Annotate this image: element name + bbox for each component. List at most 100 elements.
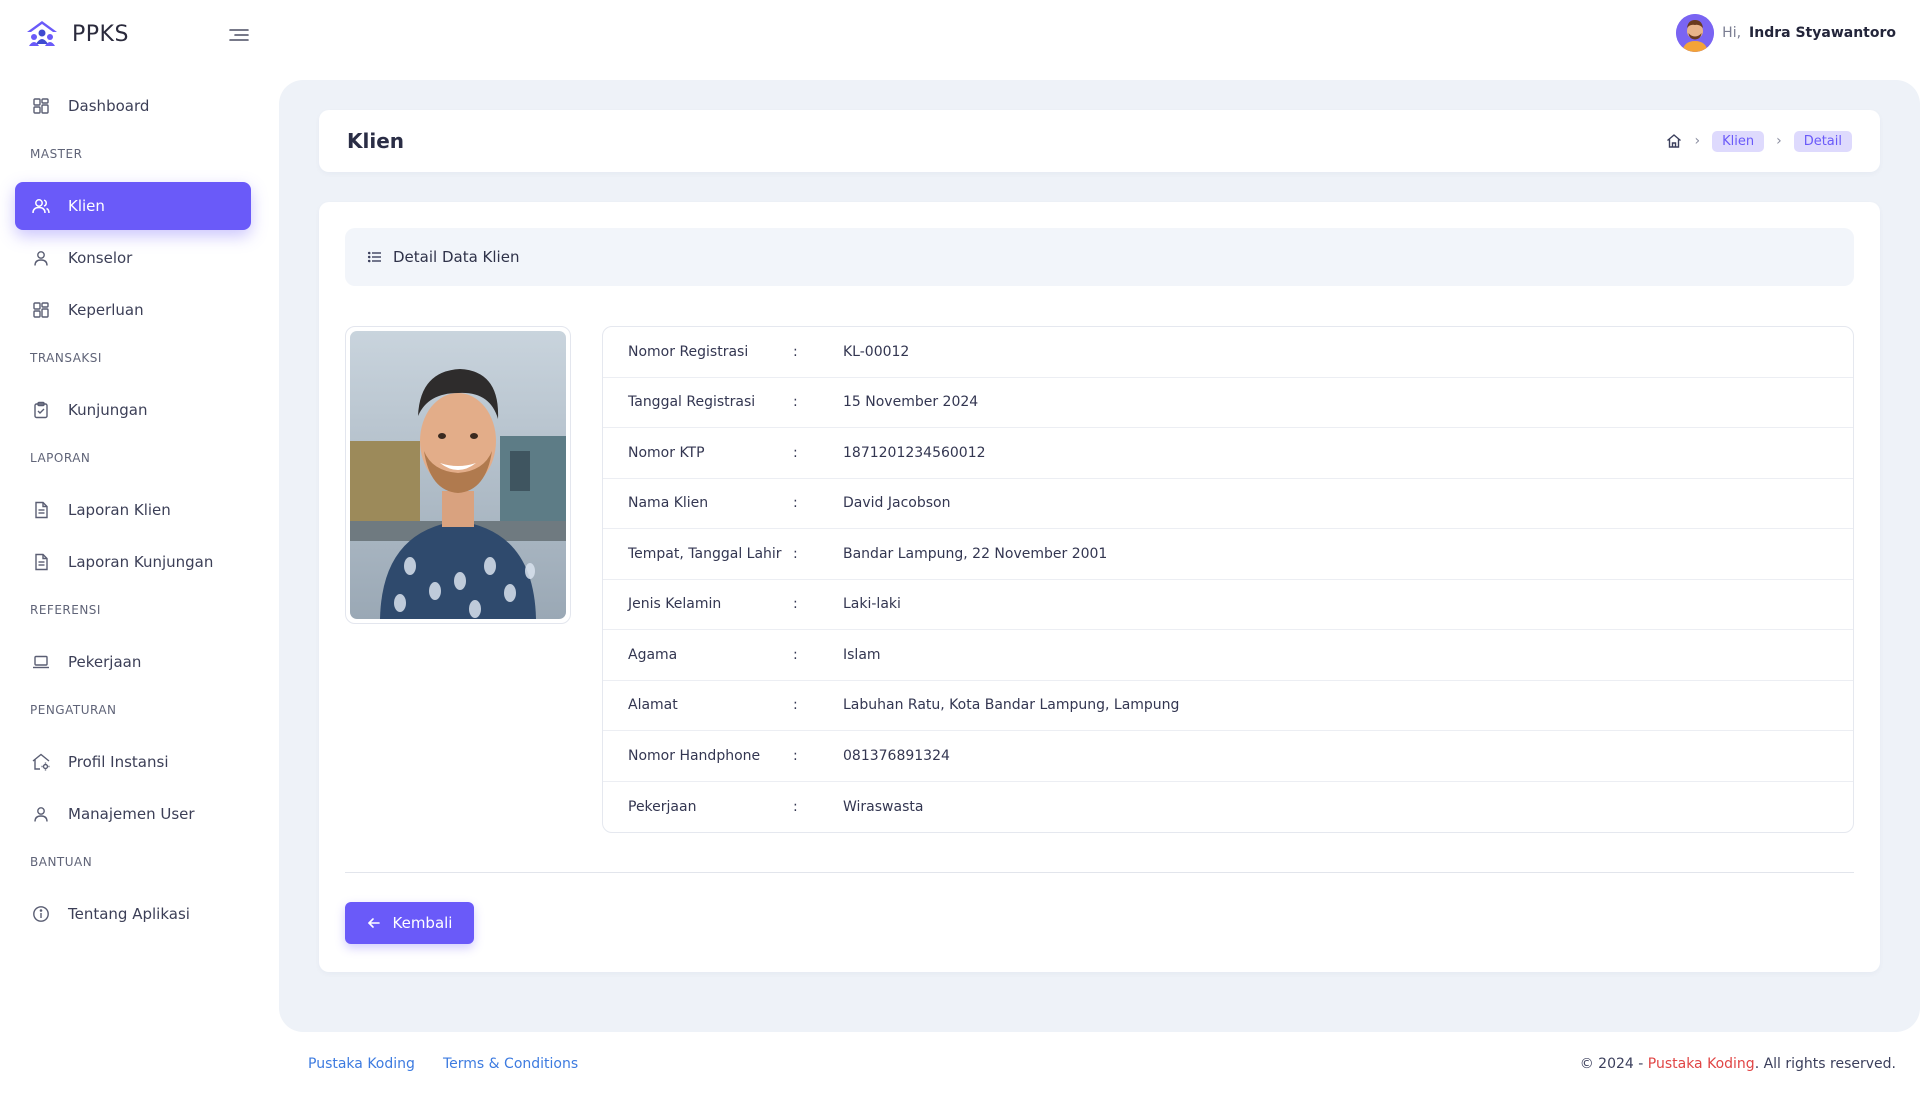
detail-row-nomor-ktp: Nomor KTP : 1871201234560012 [603, 428, 1853, 479]
laptop-icon [30, 651, 52, 673]
detail-value: Wiraswasta [843, 798, 924, 815]
menu-toggle-icon[interactable] [226, 24, 250, 46]
detail-label: Pekerjaan [628, 798, 697, 815]
sidebar-item-kunjungan[interactable]: Kunjungan [15, 386, 251, 434]
sidebar-item-manajemen-user[interactable]: Manajemen User [15, 790, 251, 838]
sidebar-item-label: Dashboard [68, 97, 150, 115]
sidebar-item-label: Konselor [68, 249, 133, 267]
nav-section-bantuan: BANTUAN [30, 855, 93, 869]
card-header: Detail Data Klien [345, 228, 1854, 286]
nav-section-pengaturan: PENGATURAN [30, 703, 117, 717]
page-title: Klien [347, 129, 405, 153]
detail-label: Jenis Kelamin [628, 596, 722, 613]
back-button[interactable]: Kembali [345, 902, 474, 944]
card-title: Detail Data Klien [393, 248, 520, 266]
page-header: Klien › Klien › Detail [319, 110, 1880, 172]
detail-row-tempat-tanggal-lahir: Tempat, Tanggal Lahir : Bandar Lampung, … [603, 529, 1853, 580]
detail-row-nomor-handphone: Nomor Handphone : 081376891324 [603, 731, 1853, 782]
detail-value: 081376891324 [843, 747, 950, 764]
detail-separator: : [793, 798, 798, 815]
detail-value: Islam [843, 646, 881, 663]
footer-link-pustaka-koding[interactable]: Pustaka Koding [308, 1056, 415, 1072]
footer: Pustaka Koding Terms & Conditions © 2024… [0, 1056, 1920, 1080]
detail-separator: : [793, 495, 798, 512]
user-menu[interactable]: Hi, Indra Styawantoro [1676, 14, 1896, 52]
clipboard-check-icon [30, 399, 52, 421]
detail-value: 1871201234560012 [843, 444, 986, 461]
detail-label: Alamat [628, 697, 678, 714]
sidebar-item-konselor[interactable]: Konselor [15, 234, 251, 282]
sidebar-item-label: Keperluan [68, 301, 144, 319]
detail-separator: : [793, 697, 798, 714]
app-name: PPKS [72, 21, 129, 47]
detail-value: 15 November 2024 [843, 394, 979, 411]
sidebar-item-dashboard[interactable]: Dashboard [15, 82, 251, 130]
user-icon [30, 247, 52, 269]
breadcrumb: › Klien › Detail [1666, 130, 1852, 152]
nav-section-transaksi: TRANSAKSI [30, 351, 102, 365]
detail-label: Nama Klien [628, 495, 709, 512]
breadcrumb-item-detail: Detail [1793, 130, 1852, 152]
chevron-right-icon: › [1694, 133, 1701, 149]
sidebar-item-laporan-klien[interactable]: Laporan Klien [15, 486, 251, 534]
sidebar-item-label: Manajemen User [68, 805, 195, 823]
footer-link-terms[interactable]: Terms & Conditions [443, 1056, 578, 1072]
detail-value: David Jacobson [843, 495, 951, 512]
divider [345, 872, 1854, 873]
detail-label: Tanggal Registrasi [628, 394, 756, 411]
copyright-brand-link[interactable]: Pustaka Koding [1648, 1056, 1755, 1072]
nav-section-laporan: LAPORAN [30, 451, 91, 465]
brand[interactable]: PPKS [24, 18, 129, 50]
client-photo-image [350, 331, 566, 619]
detail-row-tanggal-registrasi: Tanggal Registrasi : 15 November 2024 [603, 378, 1853, 428]
sidebar: PPKS Dashboard MASTER Klien Konselor Kep… [0, 0, 264, 1096]
detail-separator: : [793, 343, 798, 360]
detail-value: Bandar Lampung, 22 November 2001 [843, 545, 1108, 562]
detail-value: Laki-laki [843, 596, 901, 613]
detail-row-nama-klien: Nama Klien : David Jacobson [603, 479, 1853, 529]
detail-separator: : [793, 596, 798, 613]
detail-row-nomor-registrasi: Nomor Registrasi : KL-00012 [603, 327, 1853, 378]
detail-value: Labuhan Ratu, Kota Bandar Lampung, Lampu… [843, 697, 1180, 714]
sidebar-item-klien[interactable]: Klien [15, 182, 251, 230]
detail-separator: : [793, 545, 798, 562]
sidebar-item-label: Laporan Kunjungan [68, 553, 214, 571]
detail-card: Detail Data Klien Nomor Registrasi: KL-… [319, 202, 1880, 972]
users-icon [30, 195, 52, 217]
detail-row-agama: Agama : Islam [603, 630, 1853, 681]
client-photo [345, 326, 571, 624]
home-settings-icon [30, 751, 52, 773]
sidebar-item-tentang-aplikasi[interactable]: Tentang Aplikasi [15, 890, 251, 938]
avatar [1676, 14, 1715, 52]
sidebar-item-pekerjaan[interactable]: Pekerjaan [15, 638, 251, 686]
arrow-left-icon [367, 918, 380, 928]
detail-separator: : [793, 394, 798, 411]
sidebar-item-label: Profil Instansi [68, 753, 169, 771]
detail-label: Nomor Handphone [628, 747, 761, 764]
user-icon [30, 803, 52, 825]
detail-row-alamat: Alamat : Labuhan Ratu, Kota Bandar Lampu… [603, 681, 1853, 731]
document-icon [30, 499, 52, 521]
copyright: © 2024 - Pustaka Koding. All rights rese… [1580, 1056, 1896, 1072]
home-icon[interactable] [1666, 133, 1682, 149]
nav-section-master: MASTER [30, 147, 83, 161]
back-button-label: Kembali [392, 914, 453, 932]
sidebar-item-label: Tentang Aplikasi [68, 905, 190, 923]
sidebar-item-label: Laporan Klien [68, 501, 171, 519]
user-name: Indra Styawantoro [1749, 25, 1896, 41]
breadcrumb-item-klien[interactable]: Klien [1712, 130, 1765, 152]
copyright-suffix: . All rights reserved. [1754, 1056, 1896, 1072]
client-detail-table: Nomor Registrasi : KL-00012 Tanggal Regi… [602, 326, 1854, 833]
sidebar-item-label: Kunjungan [68, 401, 148, 419]
list-icon [367, 251, 381, 263]
sidebar-item-profil-instansi[interactable]: Profil Instansi [15, 738, 251, 786]
detail-label: Nomor KTP [628, 444, 705, 461]
user-greeting: Hi, [1722, 25, 1742, 41]
document-icon [30, 551, 52, 573]
sidebar-item-keperluan[interactable]: Keperluan [15, 286, 251, 334]
detail-label: Tempat, Tanggal Lahir [628, 545, 782, 562]
detail-row-jenis-kelamin: Jenis Kelamin : Laki-laki [603, 580, 1853, 630]
info-icon [30, 903, 52, 925]
nav-section-referensi: REFERENSI [30, 603, 101, 617]
sidebar-item-laporan-kunjungan[interactable]: Laporan Kunjungan [15, 538, 251, 586]
